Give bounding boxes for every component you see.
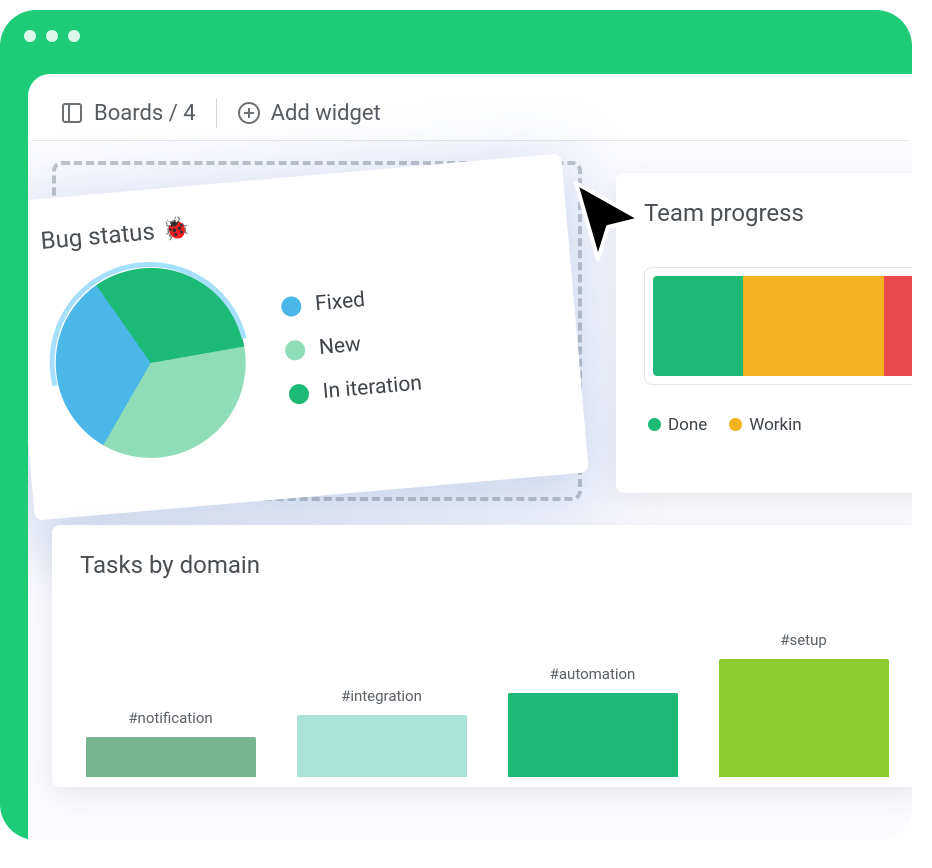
legend-label: Fixed <box>314 288 366 316</box>
tasks-title-text: Tasks by domain <box>80 551 260 579</box>
bar-label: #automation <box>550 665 636 683</box>
legend-item: Done <box>648 415 707 435</box>
legend-label: In iteration <box>322 371 423 404</box>
bar-label: #integration <box>341 687 422 705</box>
titlebar <box>0 10 912 62</box>
bar <box>86 737 256 777</box>
team-legend: Done Workin <box>644 415 912 435</box>
plus-circle-icon <box>237 101 261 125</box>
legend-item: New <box>284 328 419 364</box>
legend-label: New <box>318 333 362 361</box>
legend-dot <box>288 383 310 405</box>
toolbar: Boards / 4 Add widget <box>32 74 908 141</box>
bar-label: #setup <box>780 631 827 649</box>
add-widget-label: Add widget <box>271 101 381 126</box>
pie-chart <box>48 260 254 466</box>
boards-icon <box>60 101 84 125</box>
app-frame: Boards / 4 Add widget Bug status 🐞 <box>0 10 912 840</box>
window-dot <box>68 30 80 42</box>
bar-group: #setup <box>713 631 894 777</box>
pie-row: Fixed New In iteration <box>44 234 555 467</box>
legend-dot <box>280 296 302 318</box>
widget-title: Tasks by domain <box>80 551 894 579</box>
window-dot <box>24 30 36 42</box>
bug-icon: 🐞 <box>161 216 190 243</box>
progress-segment <box>653 276 743 376</box>
cursor-icon <box>558 171 658 271</box>
tasks-by-domain-widget[interactable]: Tasks by domain #notification #integratio… <box>52 525 912 787</box>
pie-legend: Fixed New In iteration <box>280 284 423 407</box>
team-progress-widget[interactable]: Team progress Done Workin <box>616 173 912 493</box>
toolbar-divider <box>216 98 217 128</box>
boards-selector[interactable]: Boards / 4 <box>60 101 196 126</box>
legend-dot <box>729 418 742 431</box>
bar-group: #automation <box>502 665 683 777</box>
boards-label: Boards / 4 <box>94 101 196 126</box>
bar <box>719 659 889 777</box>
bug-status-title-text: Bug status <box>39 217 155 255</box>
add-widget-button[interactable]: Add widget <box>237 101 381 126</box>
progress-bar <box>653 276 912 376</box>
progress-segment <box>884 276 912 376</box>
board-area: Bug status 🐞 Fixed New In iteration <box>28 141 912 840</box>
bar-group: #integration <box>291 687 472 777</box>
legend-item: Workin <box>729 415 801 435</box>
widget-title: Team progress <box>644 199 912 227</box>
legend-item: In iteration <box>288 371 423 407</box>
bug-status-widget[interactable]: Bug status 🐞 Fixed New In iteration <box>28 153 589 520</box>
progress-segment <box>743 276 884 376</box>
progress-bar-container <box>644 267 912 385</box>
legend-item: Fixed <box>280 284 415 320</box>
legend-dot <box>648 418 661 431</box>
bar <box>297 715 467 777</box>
bar-chart: #notification #integration #automation #set… <box>80 607 894 777</box>
window-body: Boards / 4 Add widget Bug status 🐞 <box>28 74 912 840</box>
window-dot <box>46 30 58 42</box>
bar-label: #notification <box>128 709 212 727</box>
bar-group: #notification <box>80 709 261 777</box>
team-progress-title-text: Team progress <box>644 199 804 227</box>
bar <box>508 693 678 777</box>
legend-dot <box>284 339 306 361</box>
